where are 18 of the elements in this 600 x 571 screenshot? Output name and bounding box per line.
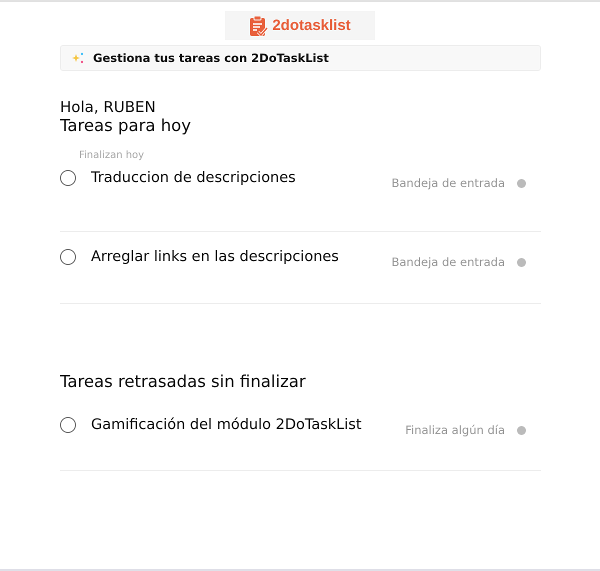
banner-text: Gestiona tus tareas con 2DoTaskList [93, 51, 329, 65]
section-subtitle: Finalizan hoy [79, 150, 146, 161]
project-label: Finaliza algún día [405, 423, 505, 437]
project-label: Bandeja de entrada [391, 255, 505, 269]
sparkle-icon [72, 52, 84, 64]
logo-text: 2dotasklist [272, 17, 351, 34]
banner[interactable]: Gestiona tus tareas con 2DoTaskList [60, 45, 541, 71]
greeting: Hola, RUBEN [60, 98, 157, 116]
clipboard-check-icon [249, 14, 270, 36]
task-checkbox[interactable] [60, 249, 76, 265]
task-title[interactable]: Arreglar links en las descripciones [91, 249, 392, 265]
section-title: Tareas para hoy [60, 116, 192, 135]
task-checkbox[interactable] [60, 170, 76, 186]
task-title[interactable]: Gamificación del módulo 2DoTaskList [91, 417, 406, 433]
section-title: Tareas retrasadas sin finalizar [60, 372, 307, 391]
project-label: Bandeja de entrada [391, 176, 505, 190]
task-checkbox[interactable] [60, 417, 76, 433]
task-title[interactable]: Traduccion de descripciones [91, 170, 392, 186]
